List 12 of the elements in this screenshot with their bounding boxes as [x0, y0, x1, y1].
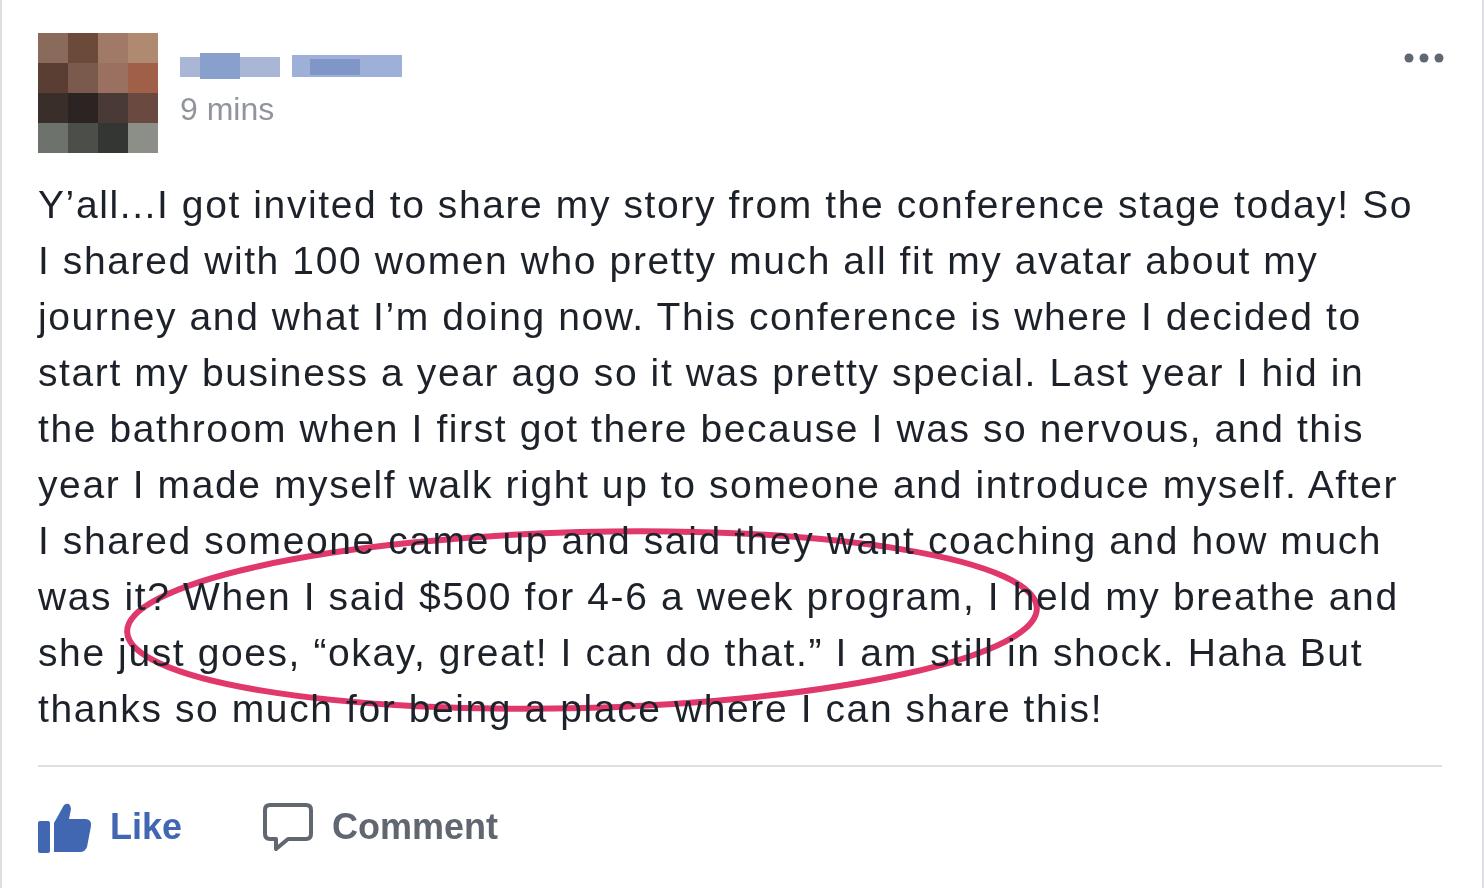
- comment-button[interactable]: Comment: [262, 801, 499, 853]
- post-text-line: the bathroom when I first got there because I was so nervous, and this: [38, 406, 1364, 452]
- post-text-line: I shared with 100 women who pretty much all fit my avatar about my: [38, 238, 1319, 284]
- post-text-line: start my business a year ago so it was pretty special. Last year I hid in: [38, 350, 1365, 396]
- post-time[interactable]: 9 mins: [180, 89, 402, 129]
- thumbs-up-icon: [38, 801, 92, 853]
- more-options-icon[interactable]: [1404, 53, 1444, 63]
- post-text-line: Y’all...I got invited to share my story from the conference stage today! So: [38, 182, 1414, 228]
- post-text-line: year I made myself walk right up to someone and introduce myself. After: [38, 462, 1399, 508]
- speech-bubble-icon: [262, 802, 315, 852]
- like-button[interactable]: Like: [38, 801, 183, 853]
- post-text-line: journey and what I’m doing now. This conference is where I decided to: [38, 294, 1362, 340]
